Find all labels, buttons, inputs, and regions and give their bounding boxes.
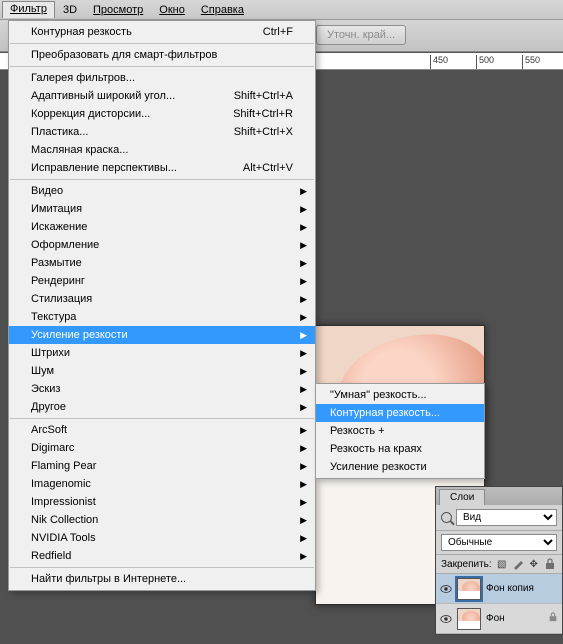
layer-row[interactable]: Фон копия xyxy=(436,574,562,604)
menu-lens-correction[interactable]: Коррекция дисторсии...Shift+Ctrl+R xyxy=(9,105,315,123)
menu-pixelate[interactable]: Оформление▶ xyxy=(9,236,315,254)
menu-imagenomic[interactable]: Imagenomic▶ xyxy=(9,475,315,493)
lock-transparency-icon[interactable]: ▧ xyxy=(496,558,508,570)
submenu-sharpen[interactable]: Усиление резкости xyxy=(316,458,484,476)
submenu-unsharp-mask[interactable]: Контурная резкость... xyxy=(316,404,484,422)
chevron-right-icon: ▶ xyxy=(300,551,307,562)
menu-other[interactable]: Другое▶ xyxy=(9,398,315,416)
search-icon xyxy=(441,512,452,523)
menu-flaming-pear[interactable]: Flaming Pear▶ xyxy=(9,457,315,475)
menu-blur[interactable]: Размытие▶ xyxy=(9,254,315,272)
menu-redfield[interactable]: Redfield▶ xyxy=(9,547,315,565)
tab-layers[interactable]: Слои xyxy=(439,489,485,505)
menu-brush[interactable]: Штрихи▶ xyxy=(9,344,315,362)
layer-thumbnail[interactable] xyxy=(457,578,481,600)
menu-nik[interactable]: Nik Collection▶ xyxy=(9,511,315,529)
refine-edge-button[interactable]: Уточн. край... xyxy=(316,25,406,45)
chevron-right-icon: ▶ xyxy=(300,384,307,395)
menu-texture[interactable]: Текстура▶ xyxy=(9,308,315,326)
menu-nvidia[interactable]: NVIDIA Tools▶ xyxy=(9,529,315,547)
layer-thumbnail[interactable] xyxy=(457,608,481,630)
menu-sketch[interactable]: Эскиз▶ xyxy=(9,380,315,398)
blend-mode-select[interactable]: Обычные xyxy=(441,534,557,551)
menu-last-filter[interactable]: Контурная резкостьCtrl+F xyxy=(9,23,315,41)
menu-filter-gallery[interactable]: Галерея фильтров... xyxy=(9,69,315,87)
chevron-right-icon: ▶ xyxy=(300,330,307,341)
visibility-icon[interactable] xyxy=(440,583,452,595)
menubar: Фильтр 3D Просмотр Окно Справка xyxy=(0,0,563,20)
chevron-right-icon: ▶ xyxy=(300,497,307,508)
chevron-right-icon: ▶ xyxy=(300,204,307,215)
menu-help[interactable]: Справка xyxy=(193,2,252,18)
layer-name[interactable]: Фон xyxy=(486,613,505,624)
menu-view[interactable]: Просмотр xyxy=(85,2,151,18)
ruler-tick: 550 xyxy=(522,55,540,69)
lock-label: Закрепить: xyxy=(441,559,492,570)
menu-video[interactable]: Видео▶ xyxy=(9,182,315,200)
menu-3d[interactable]: 3D xyxy=(55,2,85,18)
chevron-right-icon: ▶ xyxy=(300,443,307,454)
lock-position-icon[interactable]: ✥ xyxy=(528,558,540,570)
layer-row[interactable]: Фон xyxy=(436,604,562,634)
chevron-right-icon: ▶ xyxy=(300,425,307,436)
chevron-right-icon: ▶ xyxy=(300,479,307,490)
menu-stylize[interactable]: Стилизация▶ xyxy=(9,290,315,308)
chevron-right-icon: ▶ xyxy=(300,348,307,359)
menu-render[interactable]: Рендеринг▶ xyxy=(9,272,315,290)
menu-arcsoft[interactable]: ArcSoft▶ xyxy=(9,421,315,439)
menu-filter[interactable]: Фильтр xyxy=(2,1,55,18)
menu-window[interactable]: Окно xyxy=(151,2,193,18)
visibility-icon[interactable] xyxy=(440,613,452,625)
ruler-tick: 450 xyxy=(430,55,448,69)
menu-noise[interactable]: Шум▶ xyxy=(9,362,315,380)
chevron-right-icon: ▶ xyxy=(300,186,307,197)
chevron-right-icon: ▶ xyxy=(300,294,307,305)
layers-panel: Слои Вид Обычные Закрепить: ▧ ✥ Фон копи… xyxy=(435,486,563,635)
chevron-right-icon: ▶ xyxy=(300,276,307,287)
menu-separator xyxy=(10,66,314,67)
menu-separator xyxy=(10,418,314,419)
chevron-right-icon: ▶ xyxy=(300,312,307,323)
ruler-tick: 500 xyxy=(476,55,494,69)
layer-filter-kind[interactable]: Вид xyxy=(456,509,557,526)
filter-menu: Контурная резкостьCtrl+F Преобразовать д… xyxy=(8,20,316,591)
menu-oil-paint[interactable]: Масляная краска... xyxy=(9,141,315,159)
chevron-right-icon: ▶ xyxy=(300,533,307,544)
submenu-smart-sharpen[interactable]: "Умная" резкость... xyxy=(316,386,484,404)
lock-pixels-icon[interactable] xyxy=(512,558,524,570)
menu-artistic[interactable]: Имитация▶ xyxy=(9,200,315,218)
menu-adaptive-wide[interactable]: Адаптивный широкий угол...Shift+Ctrl+A xyxy=(9,87,315,105)
menu-separator xyxy=(10,179,314,180)
chevron-right-icon: ▶ xyxy=(300,222,307,233)
menu-convert-smart[interactable]: Преобразовать для смарт-фильтров xyxy=(9,46,315,64)
chevron-right-icon: ▶ xyxy=(300,515,307,526)
menu-sharpen[interactable]: Усиление резкости▶ xyxy=(9,326,315,344)
panel-tabbar: Слои xyxy=(436,487,562,505)
chevron-right-icon: ▶ xyxy=(300,240,307,251)
menu-browse-online[interactable]: Найти фильтры в Интернете... xyxy=(9,570,315,588)
menu-impressionist[interactable]: Impressionist▶ xyxy=(9,493,315,511)
lock-all-icon[interactable] xyxy=(544,558,556,570)
menu-distort[interactable]: Искажение▶ xyxy=(9,218,315,236)
menu-vanishing[interactable]: Исправление перспективы...Alt+Ctrl+V xyxy=(9,159,315,177)
chevron-right-icon: ▶ xyxy=(300,461,307,472)
submenu-sharpen-more[interactable]: Резкость + xyxy=(316,422,484,440)
menu-digimarc[interactable]: Digimarc▶ xyxy=(9,439,315,457)
chevron-right-icon: ▶ xyxy=(300,402,307,413)
sharpen-submenu: "Умная" резкость... Контурная резкость..… xyxy=(315,383,485,479)
lock-icon xyxy=(548,612,558,625)
chevron-right-icon: ▶ xyxy=(300,258,307,269)
layer-name[interactable]: Фон копия xyxy=(486,583,534,594)
menu-separator xyxy=(10,43,314,44)
menu-liquify[interactable]: Пластика...Shift+Ctrl+X xyxy=(9,123,315,141)
menu-separator xyxy=(10,567,314,568)
submenu-sharpen-edges[interactable]: Резкость на краях xyxy=(316,440,484,458)
chevron-right-icon: ▶ xyxy=(300,366,307,377)
